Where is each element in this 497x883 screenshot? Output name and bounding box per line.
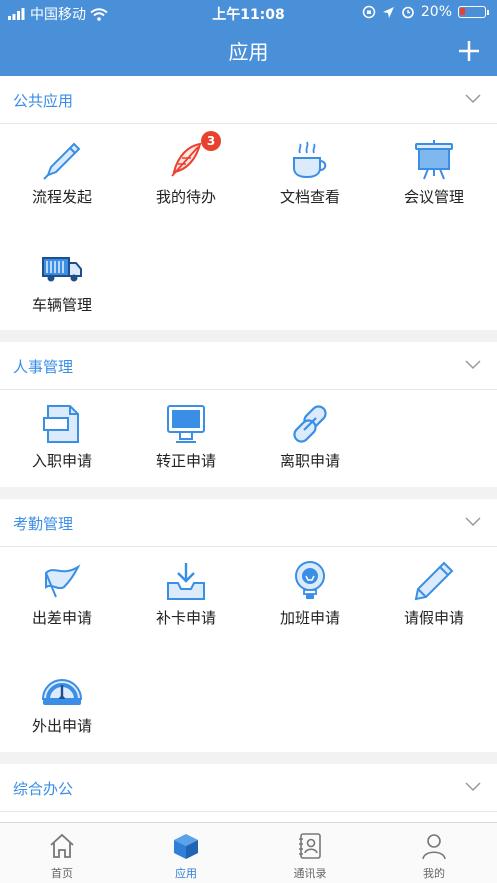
- tab-label: 通讯录: [293, 867, 327, 880]
- section-title: 考勤管理: [13, 515, 74, 533]
- cube-icon: [174, 834, 198, 859]
- section-header[interactable]: 公共应用: [0, 76, 497, 124]
- section-hr-management: 人事管理 入职申请 转正申请 离职申请: [0, 342, 497, 487]
- app-label: 车辆管理: [31, 296, 92, 314]
- battery-percent: 20%: [420, 4, 452, 20]
- home-icon: [50, 833, 74, 858]
- tab-label: 我的: [423, 867, 445, 880]
- location-icon: [382, 6, 394, 18]
- app-my-todo[interactable]: 3 我的待办: [124, 126, 248, 226]
- app-document-view[interactable]: 文档查看: [248, 126, 372, 226]
- content-area[interactable]: 公共应用 流程发起 3 我的待办 文档查看 会议管理 车辆管理 人事管理 入职申…: [0, 76, 497, 822]
- contacts-icon: [299, 833, 321, 859]
- app-label: 文档查看: [279, 188, 340, 206]
- user-icon: [422, 834, 446, 860]
- chevron-down-icon[interactable]: [465, 517, 481, 527]
- app-label: 请假申请: [403, 609, 464, 627]
- app-label: 加班申请: [279, 609, 340, 627]
- app-label: 我的待办: [155, 188, 216, 206]
- battery-icon: [458, 6, 486, 18]
- lightbulb-icon: [295, 561, 325, 599]
- section-title: 人事管理: [13, 358, 74, 376]
- section-title: 公共应用: [13, 92, 74, 110]
- section-title: 综合办公: [13, 780, 74, 798]
- notification-badge: 3: [201, 131, 221, 151]
- app-resignation-request[interactable]: 离职申请: [248, 390, 372, 490]
- app-clock-in-correction-request[interactable]: 补卡申请: [124, 547, 248, 647]
- app-label: 转正申请: [155, 452, 216, 470]
- tab-apps[interactable]: 应用: [124, 823, 248, 883]
- tab-label: 应用: [175, 867, 197, 880]
- coffee-cup-icon: [293, 141, 327, 179]
- pencil-icon: [414, 561, 454, 601]
- download-tray-icon: [167, 563, 205, 600]
- status-right: 20%: [362, 4, 489, 20]
- app-overtime-request[interactable]: 加班申请: [248, 547, 372, 647]
- app-leave-request[interactable]: 请假申请: [372, 547, 496, 647]
- screen-rotation-lock-icon: [362, 5, 376, 19]
- nav-bar: 应用: [0, 26, 497, 76]
- app-process-start[interactable]: 流程发起: [0, 126, 124, 226]
- speedometer-icon: [41, 679, 83, 705]
- app-meeting-management[interactable]: 会议管理: [372, 126, 496, 226]
- app-label: 补卡申请: [155, 609, 216, 627]
- monitor-icon: [167, 405, 205, 443]
- section-general-office: 综合办公: [0, 764, 497, 822]
- app-label: 离职申请: [279, 452, 340, 470]
- tab-profile[interactable]: 我的: [372, 823, 496, 883]
- chevron-down-icon[interactable]: [465, 94, 481, 104]
- page-title: 应用: [228, 40, 269, 64]
- section-attendance-management: 考勤管理 出差申请 补卡申请 加班申请 请假申请 外出申请: [0, 499, 497, 752]
- app-vehicle-management[interactable]: 车辆管理: [0, 234, 124, 334]
- section-public-apps: 公共应用 流程发起 3 我的待办 文档查看 会议管理 车辆管理: [0, 76, 497, 330]
- section-header[interactable]: 考勤管理: [0, 499, 497, 547]
- add-icon[interactable]: [457, 39, 481, 63]
- link-icon: [293, 405, 327, 443]
- app-label: 流程发起: [31, 188, 92, 206]
- tab-contacts[interactable]: 通讯录: [248, 823, 372, 883]
- chevron-down-icon[interactable]: [465, 782, 481, 792]
- alarm-icon: [402, 6, 414, 19]
- projector-screen-icon: [415, 140, 453, 180]
- app-onboarding-request[interactable]: 入职申请: [0, 390, 124, 490]
- app-outing-request[interactable]: 外出申请: [0, 655, 124, 755]
- truck-icon: [42, 257, 82, 282]
- app-regularization-request[interactable]: 转正申请: [124, 390, 248, 490]
- document-icon: [43, 405, 79, 443]
- tab-home[interactable]: 首页: [0, 823, 124, 883]
- section-header[interactable]: 人事管理: [0, 342, 497, 390]
- app-label: 外出申请: [31, 717, 92, 735]
- section-header[interactable]: 综合办公: [0, 764, 497, 812]
- flag-icon: [45, 564, 81, 598]
- tab-label: 首页: [51, 867, 73, 880]
- chevron-down-icon[interactable]: [465, 360, 481, 370]
- tab-bar: 首页 应用 通讯录 我的: [0, 822, 497, 883]
- app-label: 出差申请: [31, 609, 92, 627]
- app-business-trip-request[interactable]: 出差申请: [0, 547, 124, 647]
- app-label: 会议管理: [403, 188, 464, 206]
- battery-tip: [487, 9, 489, 15]
- pen-icon: [43, 142, 81, 180]
- app-label: 入职申请: [31, 452, 92, 470]
- status-bar: 中国移动 上午11:08 20%: [0, 0, 497, 26]
